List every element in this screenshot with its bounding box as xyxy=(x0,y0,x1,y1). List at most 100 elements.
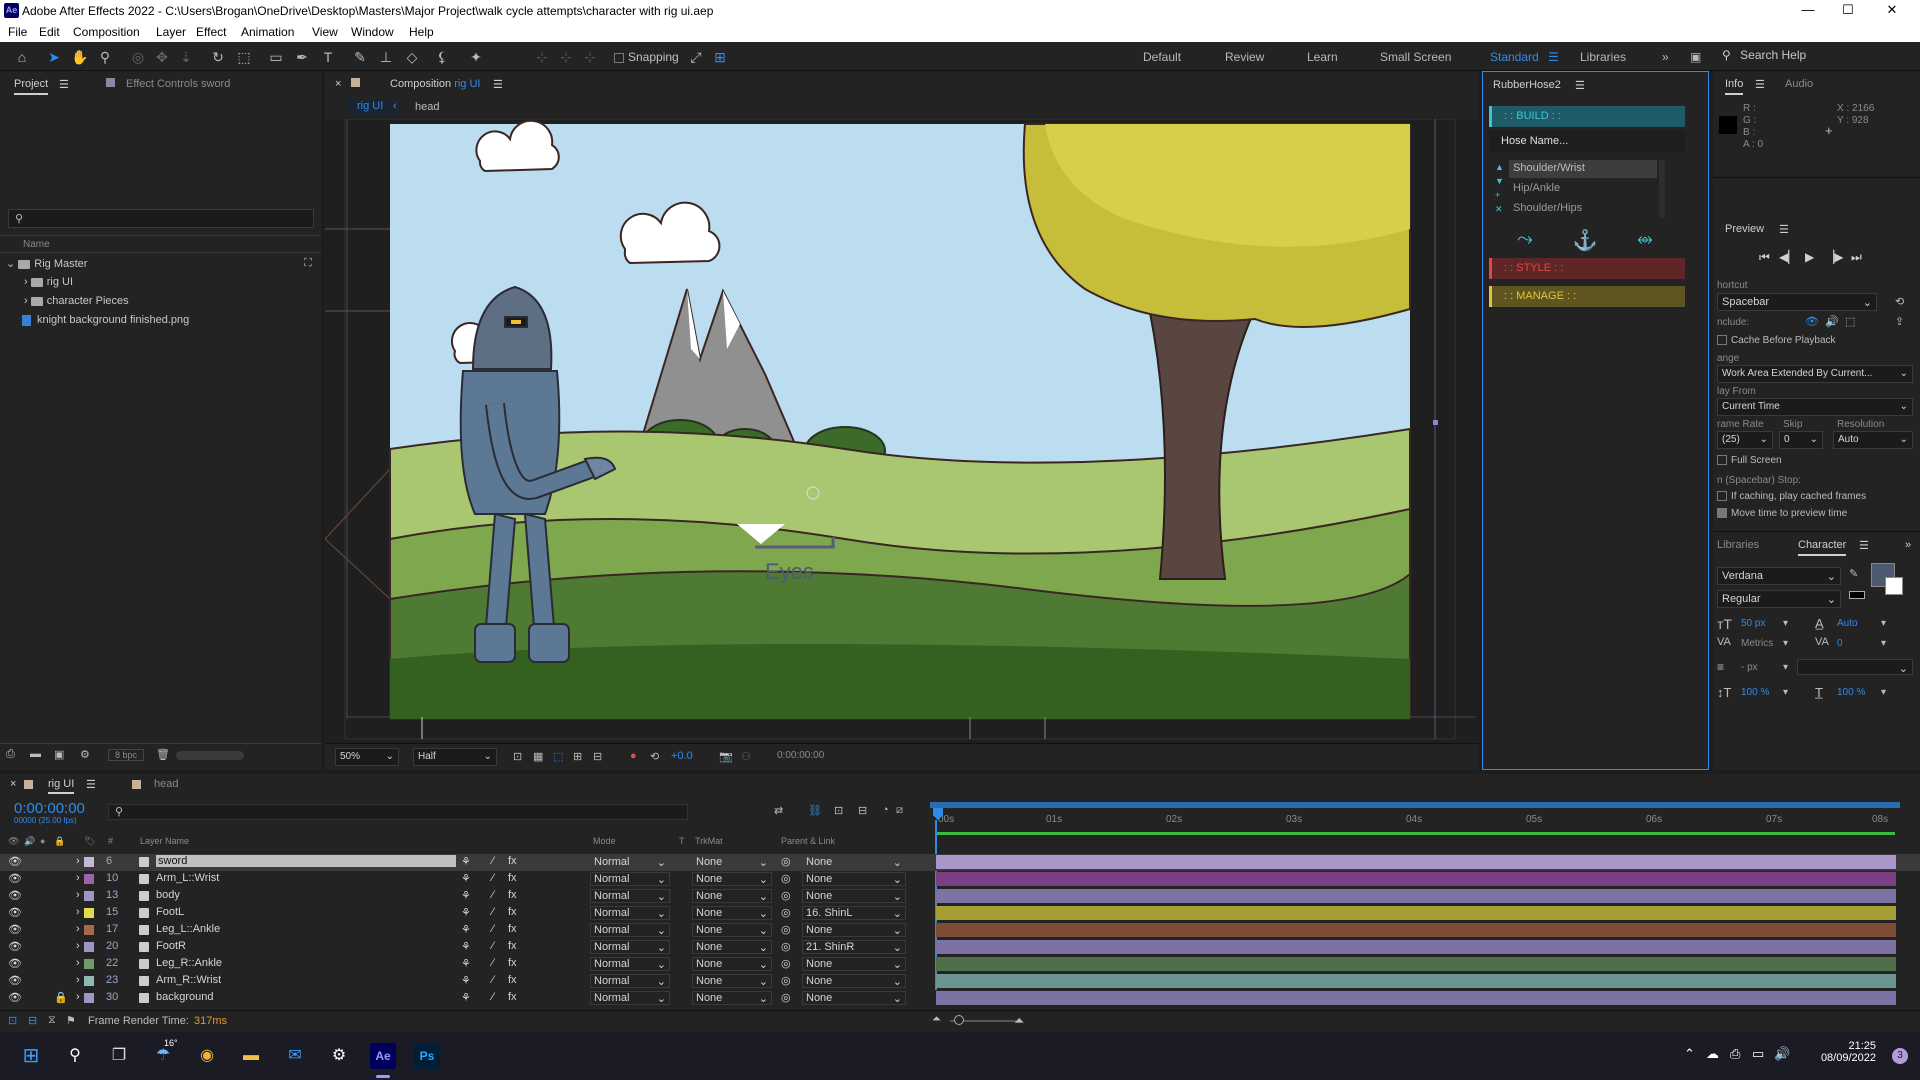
skip-dropdown[interactable]: 0 ⌄ xyxy=(1779,431,1823,449)
layer-name[interactable]: Leg_R::Ankle xyxy=(156,957,222,969)
trkmat-dropdown[interactable]: None ⌄ xyxy=(692,991,772,1005)
layer-name[interactable]: FootL xyxy=(156,906,184,918)
zoom-tool-icon[interactable]: ⚲ xyxy=(95,47,115,67)
workspace-overflow-icon[interactable]: » xyxy=(1662,50,1669,64)
hose-option[interactable]: Shoulder/Wrist xyxy=(1509,160,1657,178)
view-axis-icon[interactable]: ⊹ xyxy=(580,47,600,67)
cache-before-playback[interactable]: Cache Before Playback xyxy=(1717,335,1836,346)
region-of-interest-icon[interactable]: ⊡ xyxy=(513,750,522,763)
eyedropper-icon[interactable]: ✎ xyxy=(1849,567,1858,580)
clone-stamp-tool-icon[interactable]: ⊥ xyxy=(376,47,396,67)
table-row[interactable]: 👁 › 15 FootL ⚘ ⁄ fx Normal ⌄ None ⌄ ◎ 16. ShinL ⌄ xyxy=(0,905,1920,922)
mode-dropdown[interactable]: Normal ⌄ xyxy=(590,906,670,920)
hose-name-input[interactable]: Hose Name... xyxy=(1489,130,1685,152)
resolution-dropdown[interactable]: Half ⌄ xyxy=(413,748,497,766)
list-item[interactable]: ⌄ Rig Master xyxy=(0,257,321,274)
effects-switch-icon[interactable]: fx xyxy=(508,940,517,952)
vertical-scale-value[interactable]: 100 % xyxy=(1741,687,1769,698)
checkbox[interactable] xyxy=(1717,491,1727,502)
menu-animation[interactable]: Animation xyxy=(241,25,294,39)
parent-header[interactable]: Parent & Link xyxy=(781,836,835,846)
visibility-eye-icon[interactable]: 👁 xyxy=(8,923,22,936)
label-color-swatch[interactable] xyxy=(84,908,94,918)
range-dropdown[interactable]: Work Area Extended By Current... ⌄ xyxy=(1717,365,1913,383)
effects-switch-icon[interactable]: fx xyxy=(508,957,517,969)
stroke-style-dropdown[interactable]: ⌄ xyxy=(1797,659,1913,675)
label-color-swatch[interactable] xyxy=(84,857,94,867)
chevron-down-icon[interactable]: ▾ xyxy=(1783,638,1788,649)
mail-icon[interactable]: ✉ xyxy=(282,1043,308,1069)
menu-effect[interactable]: Effect xyxy=(196,25,226,39)
expand-arrow-icon[interactable]: ⌄ xyxy=(6,258,15,270)
pick-whip-icon[interactable]: ◎ xyxy=(781,940,791,953)
tab-audio[interactable]: Audio xyxy=(1785,78,1813,90)
effects-switch-icon[interactable]: fx xyxy=(508,906,517,918)
zoom-slider-knob[interactable] xyxy=(954,1015,964,1025)
rotate-tool-icon[interactable]: ↻ xyxy=(208,47,228,67)
workspace-small-screen[interactable]: Small Screen xyxy=(1380,50,1451,64)
exposure-value[interactable]: +0.0 xyxy=(671,750,693,762)
table-row[interactable]: 👁 › 13 body ⚘ ⁄ fx Normal ⌄ None ⌄ ◎ None ⌄ xyxy=(0,888,1920,905)
workspace-learn[interactable]: Learn xyxy=(1307,50,1338,64)
close-tab-icon[interactable]: × xyxy=(10,778,16,790)
mask-visibility-icon[interactable]: ⬚ xyxy=(553,750,563,763)
parent-dropdown[interactable]: None ⌄ xyxy=(802,923,906,937)
quality-switch-icon[interactable]: ⁄ xyxy=(492,855,494,867)
project-tab-menu-icon[interactable]: ☰ xyxy=(59,78,69,91)
shy-switch-icon[interactable]: ⚘ xyxy=(461,855,471,868)
snapping-toggle[interactable]: Snapping xyxy=(614,50,679,64)
layer-name[interactable]: Arm_R::Wrist xyxy=(156,974,221,986)
table-row[interactable]: 👁 › 22 Leg_R::Ankle ⚘ ⁄ fx Normal ⌄ None ⌄ ◎ None ⌄ xyxy=(0,956,1920,973)
network-icon[interactable]: ▭ xyxy=(1752,1046,1764,1062)
preview-resolution-dropdown[interactable]: Auto ⌄ xyxy=(1833,431,1913,449)
visibility-eye-icon[interactable]: 👁 xyxy=(8,906,22,919)
layer-duration-bar[interactable] xyxy=(936,889,1896,903)
roto-brush-tool-icon[interactable]: ⚸ xyxy=(432,47,452,67)
parent-dropdown[interactable]: None ⌄ xyxy=(802,872,906,886)
time-ruler[interactable]: 00s 01s 02s 03s 04s 05s 06s 07s 08s xyxy=(930,802,1900,840)
mode-dropdown[interactable]: Normal ⌄ xyxy=(590,991,670,1005)
visibility-eye-icon[interactable]: 👁 xyxy=(8,855,22,868)
preview-menu-icon[interactable]: ☰ xyxy=(1779,223,1789,236)
task-view-icon[interactable]: ❐ xyxy=(106,1043,132,1069)
visibility-eye-icon[interactable]: 👁 xyxy=(8,872,22,885)
label-color-swatch[interactable] xyxy=(84,993,94,1003)
new-folder-icon[interactable]: ▬ xyxy=(30,748,41,760)
layer-duration-bar[interactable] xyxy=(936,872,1896,886)
mode-dropdown[interactable]: Normal ⌄ xyxy=(590,974,670,988)
minimize-button[interactable]: — xyxy=(1788,2,1828,17)
timeline-menu-icon[interactable]: ☰ xyxy=(86,778,96,791)
layer-duration-bar[interactable] xyxy=(936,906,1896,920)
breadcrumb-rig-ui[interactable]: rig UI xyxy=(347,99,399,115)
rubberhose-menu-icon[interactable]: ☰ xyxy=(1575,79,1585,92)
checkbox[interactable] xyxy=(1717,508,1727,519)
trkmat-dropdown[interactable]: None ⌄ xyxy=(692,906,772,920)
layer-name[interactable]: background xyxy=(156,991,214,1003)
effects-switch-icon[interactable]: fx xyxy=(508,991,517,1003)
black-swatch[interactable] xyxy=(1849,591,1865,599)
pick-whip-icon[interactable]: ◎ xyxy=(781,872,791,885)
trkmat-dropdown[interactable]: None ⌄ xyxy=(692,923,772,937)
maximize-button[interactable]: ☐ xyxy=(1828,2,1868,18)
trkmat-dropdown[interactable]: None ⌄ xyxy=(692,889,772,903)
file-explorer-icon[interactable]: ▬ xyxy=(238,1043,264,1069)
graph-editor-icon[interactable]: ⧄ xyxy=(896,804,903,817)
parent-dropdown[interactable]: 16. ShinL ⌄ xyxy=(802,906,906,920)
hose-list-scrollbar[interactable] xyxy=(1659,160,1665,218)
onedrive-icon[interactable]: ☁ xyxy=(1706,1046,1719,1062)
panel-layout-icon[interactable]: ▣ xyxy=(1690,50,1701,64)
hose-option[interactable]: Shoulder/Hips xyxy=(1509,200,1657,218)
mode-dropdown[interactable]: Normal ⌄ xyxy=(590,923,670,937)
guides-icon[interactable]: ⊞ xyxy=(573,750,582,763)
expand-arrow-icon[interactable]: › xyxy=(76,872,80,884)
brush-tool-icon[interactable]: ✎ xyxy=(350,47,370,67)
puppet-tool-icon[interactable]: ✦ xyxy=(466,47,486,67)
shy-switch-icon[interactable]: ⚘ xyxy=(461,974,471,987)
steam-icon[interactable]: ⚙ xyxy=(326,1043,352,1069)
layer-duration-bar[interactable] xyxy=(936,991,1896,1005)
label-color-swatch[interactable] xyxy=(84,942,94,952)
quality-switch-icon[interactable]: ⁄ xyxy=(492,872,494,884)
expand-arrow-icon[interactable]: › xyxy=(24,295,28,307)
effects-switch-icon[interactable]: fx xyxy=(508,889,517,901)
mode-dropdown[interactable]: Normal ⌄ xyxy=(590,940,670,954)
